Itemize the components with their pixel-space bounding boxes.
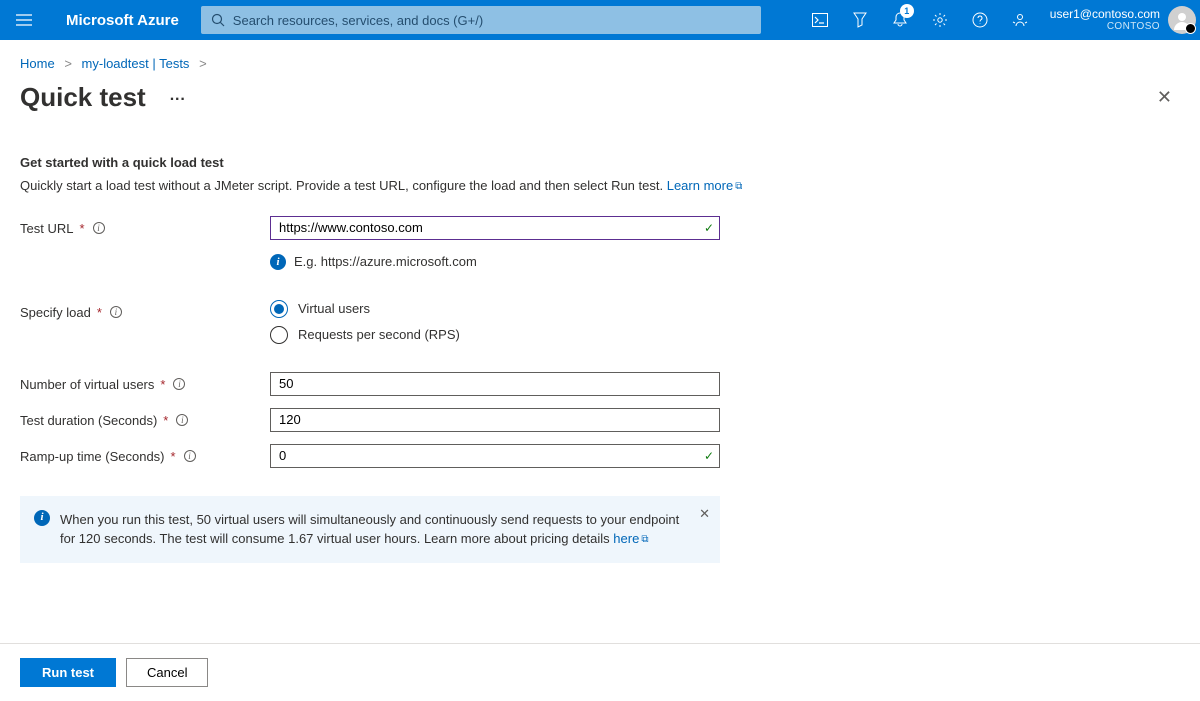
run-test-button[interactable]: Run test [20, 658, 116, 687]
header-toolbar: 1 user1@contoso.com CONTOSO [800, 0, 1200, 40]
info-solid-icon: i [34, 510, 50, 526]
more-actions-button[interactable]: ··· [160, 83, 196, 117]
required-indicator: * [79, 221, 84, 236]
feedback-button[interactable] [1000, 0, 1040, 40]
required-indicator: * [171, 449, 176, 464]
crumb-resource[interactable]: my-loadtest | Tests [82, 56, 190, 71]
crumb-sep: > [58, 56, 78, 71]
radio-virtual-users[interactable]: Virtual users [270, 300, 720, 318]
info-icon[interactable]: i [110, 306, 122, 318]
crumb-sep-2: > [193, 56, 213, 71]
avatar [1168, 6, 1196, 34]
pricing-here-link[interactable]: here⧉ [613, 531, 648, 546]
row-duration: Test duration (Seconds) * i [20, 408, 780, 432]
valid-check-icon: ✓ [704, 221, 714, 235]
row-test-url: Test URL * i ✓ [20, 216, 780, 240]
cloud-shell-icon [812, 13, 828, 27]
info-solid-icon: i [270, 254, 286, 270]
account-button[interactable]: user1@contoso.com CONTOSO [1040, 6, 1200, 34]
test-url-hint: E.g. https://azure.microsoft.com [294, 254, 477, 269]
test-url-input[interactable] [270, 216, 720, 240]
row-rampup: Ramp-up time (Seconds) * i ✓ [20, 444, 780, 468]
info-icon[interactable]: i [184, 450, 196, 462]
help-button[interactable] [960, 0, 1000, 40]
hamburger-menu-button[interactable] [4, 0, 44, 40]
filter-icon [853, 12, 867, 28]
global-search-input[interactable] [233, 13, 751, 28]
top-header: Microsoft Azure 1 [0, 0, 1200, 40]
gear-icon [932, 12, 948, 28]
notifications-button[interactable]: 1 [880, 0, 920, 40]
section-desc: Quickly start a load test without a JMet… [20, 176, 780, 196]
cancel-button[interactable]: Cancel [126, 658, 208, 687]
page-title: Quick test [20, 82, 146, 113]
close-button[interactable]: ✕ [1149, 79, 1180, 116]
info-callout: i ✕ When you run this test, 50 virtual u… [20, 496, 720, 563]
info-icon[interactable]: i [93, 222, 105, 234]
notification-badge: 1 [900, 4, 914, 18]
num-users-input[interactable] [270, 372, 720, 396]
label-num-users: Number of virtual users * i [20, 372, 270, 392]
breadcrumb: Home > my-loadtest | Tests > [0, 40, 1200, 77]
directories-button[interactable] [840, 0, 880, 40]
label-duration: Test duration (Seconds) * i [20, 408, 270, 428]
required-indicator: * [160, 377, 165, 392]
test-url-hint-row: i E.g. https://azure.microsoft.com [20, 254, 780, 270]
user-text: user1@contoso.com CONTOSO [1050, 7, 1160, 33]
form-area: Get started with a quick load test Quick… [0, 129, 800, 563]
label-test-url: Test URL * i [20, 216, 270, 236]
valid-check-icon: ✓ [704, 449, 714, 463]
radio-button-icon [270, 300, 288, 318]
radio-button-icon [270, 326, 288, 344]
section-desc-text: Quickly start a load test without a JMet… [20, 178, 667, 193]
global-search[interactable] [201, 6, 761, 34]
duration-input[interactable] [270, 408, 720, 432]
radio-label: Virtual users [298, 301, 370, 316]
row-num-users: Number of virtual users * i [20, 372, 780, 396]
brand-label: Microsoft Azure [44, 12, 201, 29]
user-email: user1@contoso.com [1050, 7, 1160, 21]
info-icon[interactable]: i [173, 378, 185, 390]
title-row: Quick test ··· ✕ [0, 77, 1200, 129]
specify-load-radio-group: Virtual users Requests per second (RPS) [270, 300, 720, 344]
external-link-icon: ⧉ [641, 534, 648, 545]
settings-button[interactable] [920, 0, 960, 40]
radio-rps[interactable]: Requests per second (RPS) [270, 326, 720, 344]
section-heading: Get started with a quick load test [20, 155, 780, 170]
info-icon[interactable]: i [176, 414, 188, 426]
callout-close-button[interactable]: ✕ [699, 504, 710, 524]
person-icon [1172, 10, 1192, 30]
search-icon [211, 13, 225, 27]
help-icon [972, 12, 988, 28]
hamburger-icon [16, 14, 32, 26]
required-indicator: * [163, 413, 168, 428]
external-link-icon: ⧉ [735, 181, 742, 192]
row-specify-load: Specify load * i Virtual users Requests … [20, 300, 780, 344]
learn-more-link[interactable]: Learn more⧉ [667, 178, 743, 193]
footer-bar: Run test Cancel [0, 643, 1200, 701]
label-rampup: Ramp-up time (Seconds) * i [20, 444, 270, 464]
crumb-home[interactable]: Home [20, 56, 55, 71]
rampup-input[interactable] [270, 444, 720, 468]
callout-text: When you run this test, 50 virtual users… [60, 512, 679, 547]
label-specify-load: Specify load * i [20, 300, 270, 320]
user-tenant: CONTOSO [1050, 21, 1160, 33]
required-indicator: * [97, 305, 102, 320]
feedback-icon [1012, 12, 1028, 28]
radio-label: Requests per second (RPS) [298, 327, 460, 342]
cloud-shell-button[interactable] [800, 0, 840, 40]
